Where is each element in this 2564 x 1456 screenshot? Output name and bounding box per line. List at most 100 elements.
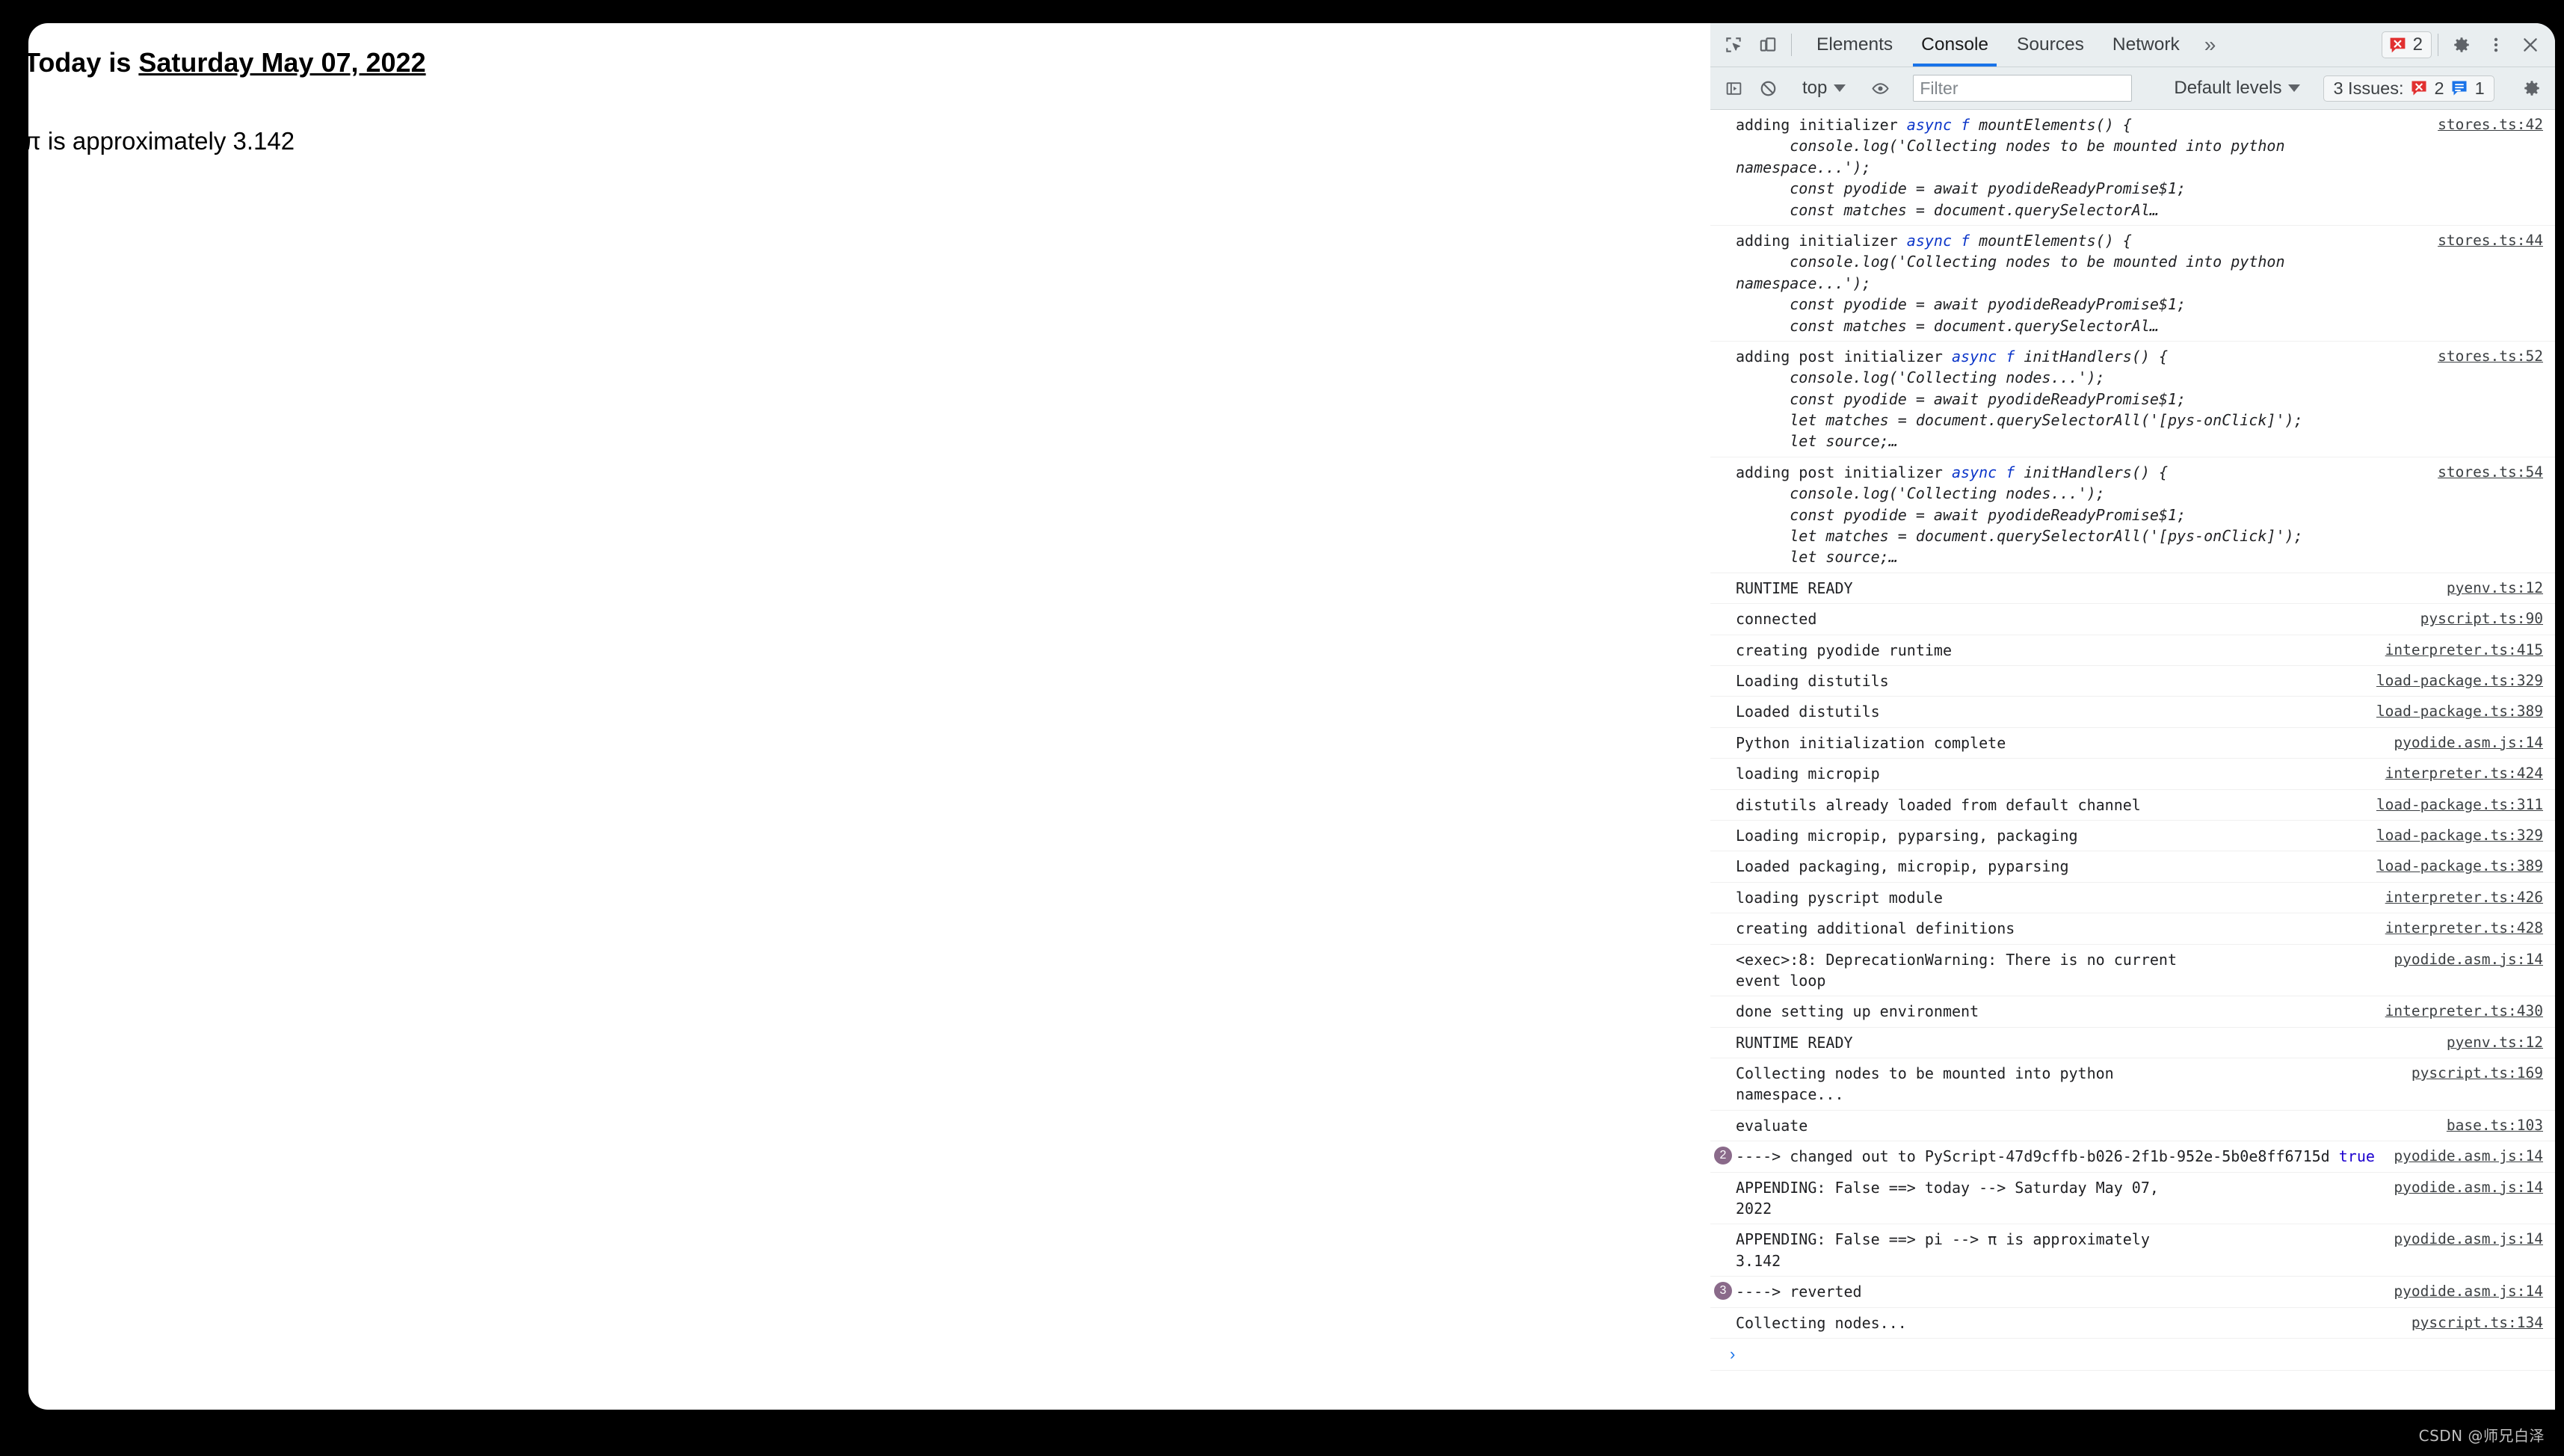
kebab-menu-icon[interactable] [2479,23,2513,67]
console-message-row[interactable]: Python initialization complete pyodide.as… [1710,728,2555,759]
console-message-row[interactable]: Loaded packaging, micropip, pyparsing loa… [1710,851,2555,883]
js-source-body: console.log('Collecting nodes to be moun… [1736,137,2285,219]
console-source-link[interactable]: pyodide.asm.js:14 [2394,1229,2543,1250]
console-source-link[interactable]: load-package.ts:329 [2376,670,2543,691]
console-message-row[interactable]: Collecting nodes to be mounted into pyth… [1710,1058,2555,1111]
page-heading-prefix: Today is [28,47,139,78]
tab-network[interactable]: Network [2098,23,2194,67]
console-source-link[interactable]: pyodide.asm.js:14 [2394,732,2543,753]
tab-sources[interactable]: Sources [2003,23,2098,67]
console-message-text: Python initialization complete [1736,733,2006,752]
console-message-row[interactable]: RUNTIME READY pyenv.ts:12 [1710,1028,2555,1059]
console-source-link[interactable]: interpreter.ts:430 [2385,1001,2543,1022]
console-message-text: creating additional definitions [1736,919,2015,938]
console-message-row[interactable]: adding initializer async f mountElements… [1710,110,2555,226]
devtools-tabbar: Elements Console Sources Network » 2 [1710,23,2555,67]
console-source-link[interactable]: stores.ts:44 [2438,230,2543,251]
console-message-row[interactable]: Loaded distutils load-package.ts:389 [1710,697,2555,728]
console-source-link[interactable]: stores.ts:42 [2438,114,2543,135]
console-message-row[interactable]: loading pyscript module interpreter.ts:42… [1710,883,2555,914]
js-function-name: initHandlers() { [2015,463,2168,481]
console-message-row[interactable]: APPENDING: False ==> pi --> π is approxi… [1710,1224,2555,1277]
console-source-link[interactable]: pyenv.ts:12 [2447,578,2543,599]
console-message-row[interactable]: <exec>:8: DeprecationWarning: There is n… [1710,945,2555,997]
issues-label: 3 Issues: [2333,78,2404,98]
console-message-text: evaluate [1736,1116,1808,1135]
js-keyword: async f [1951,463,2015,481]
console-settings-gear-icon[interactable] [2515,78,2549,98]
console-source-link[interactable]: stores.ts:52 [2438,346,2543,367]
console-message-text: adding post initializer async f initHand… [1736,346,2438,452]
js-source-body: console.log('Collecting nodes...'); cons… [1790,484,2303,567]
console-filter-input[interactable]: Filter [1913,75,2133,102]
console-source-link[interactable]: pyodide.asm.js:14 [2394,1177,2543,1198]
console-source-link[interactable]: pyodide.asm.js:14 [2394,1281,2543,1302]
watermark: CSDN @师兄白泽 [2418,1427,2545,1445]
issues-chip[interactable]: 3 Issues: 2 1 [2323,75,2494,102]
console-message-row[interactable]: loading micropip interpreter.ts:424 [1710,759,2555,790]
log-levels-value: Default levels [2174,78,2282,98]
console-message-text: ----> changed out to PyScript-47d9cffb-b… [1736,1147,2375,1166]
console-source-link[interactable]: load-package.ts:311 [2376,795,2543,815]
console-message-text: Loaded packaging, micropip, pyparsing [1736,857,2069,876]
inspect-element-icon[interactable] [1716,23,1751,67]
console-message-text: creating pyodide runtime [1736,641,1952,659]
js-function-name: mountElements() { [1970,116,2132,134]
log-levels-select[interactable]: Default levels [2174,78,2301,99]
console-message-list[interactable]: adding initializer async f mountElements… [1710,110,2555,1410]
console-message-row[interactable]: Collecting nodes... pyscript.ts:134 [1710,1308,2555,1339]
console-sidebar-icon[interactable] [1716,79,1751,98]
console-source-link[interactable]: load-package.ts:329 [2376,825,2543,846]
console-source-link[interactable]: interpreter.ts:428 [2385,918,2543,939]
console-message-row[interactable]: adding initializer async f mountElements… [1710,226,2555,342]
console-message-text: <exec>:8: DeprecationWarning: There is n… [1736,950,2178,990]
console-toolbar: top Filter Default levels 3 Issues: 2 1 [1710,67,2555,110]
console-message-text: adding initializer async f mountElements… [1736,114,2438,220]
console-source-link[interactable]: pyenv.ts:12 [2447,1032,2543,1053]
console-message-row[interactable]: connected pyscript.ts:90 [1710,604,2555,635]
console-prompt-row[interactable]: › [1710,1339,2555,1371]
gear-icon[interactable] [2444,23,2479,67]
web-page-viewport: Today is Saturday May 07, 2022 π is appr… [28,23,1710,1410]
console-message-row[interactable]: adding post initializer async f initHand… [1710,457,2555,573]
console-message-row[interactable]: creating pyodide runtime interpreter.ts:4… [1710,635,2555,666]
console-message-row[interactable]: 2 ----> changed out to PyScript-47d9cffb-… [1710,1141,2555,1173]
console-message-row[interactable]: distutils already loaded from default ch… [1710,790,2555,821]
console-message-row[interactable]: creating additional definitions interpret… [1710,913,2555,945]
console-message-row[interactable]: Loading micropip, pyparsing, packaging lo… [1710,821,2555,852]
repeat-count-badge: 3 [1714,1282,1732,1301]
tab-console[interactable]: Console [1907,23,2003,67]
js-keyword: async f [1951,347,2015,365]
device-toolbar-icon[interactable] [1751,23,1785,67]
console-source-link[interactable]: load-package.ts:389 [2376,856,2543,877]
console-source-link[interactable]: interpreter.ts:426 [2385,887,2543,908]
tab-elements[interactable]: Elements [1802,23,1907,67]
console-source-link[interactable]: interpreter.ts:415 [2385,640,2543,661]
console-message-row[interactable]: 3 ----> reverted pyodide.asm.js:14 [1710,1277,2555,1308]
console-source-link[interactable]: pyscript.ts:90 [2420,608,2543,629]
js-keyword: async f [1906,231,1970,250]
console-message-row[interactable]: evaluate base.ts:103 [1710,1111,2555,1142]
console-message-row[interactable]: RUNTIME READY pyenv.ts:12 [1710,573,2555,605]
console-source-link[interactable]: interpreter.ts:424 [2385,763,2543,784]
clear-console-icon[interactable] [1751,79,1785,98]
error-count-chip[interactable]: 2 [2381,31,2432,58]
console-source-link[interactable]: pyscript.ts:134 [2412,1312,2543,1333]
console-message-row[interactable]: adding post initializer async f initHand… [1710,342,2555,457]
console-source-link[interactable]: base.ts:103 [2447,1115,2543,1136]
error-count: 2 [2412,34,2423,55]
execution-context-select[interactable]: top [1798,78,1850,99]
console-message-row[interactable]: Loading distutils load-package.ts:329 [1710,666,2555,697]
console-message-row[interactable]: APPENDING: False ==> today --> Saturday … [1710,1173,2555,1225]
page-heading-date: Saturday May 07, 2022 [138,47,426,78]
console-source-link[interactable]: pyodide.asm.js:14 [2394,1146,2543,1167]
live-expression-icon[interactable] [1863,79,1897,98]
console-message-row[interactable]: done setting up environment interpreter.t… [1710,996,2555,1028]
more-tabs-icon[interactable]: » [2194,23,2227,67]
screenshot-root: Today is Saturday May 07, 2022 π is appr… [0,0,2564,1456]
close-icon[interactable] [2513,23,2548,67]
console-source-link[interactable]: stores.ts:54 [2438,462,2543,483]
console-source-link[interactable]: pyodide.asm.js:14 [2394,949,2543,970]
console-source-link[interactable]: pyscript.ts:169 [2412,1063,2543,1084]
console-source-link[interactable]: load-package.ts:389 [2376,701,2543,722]
